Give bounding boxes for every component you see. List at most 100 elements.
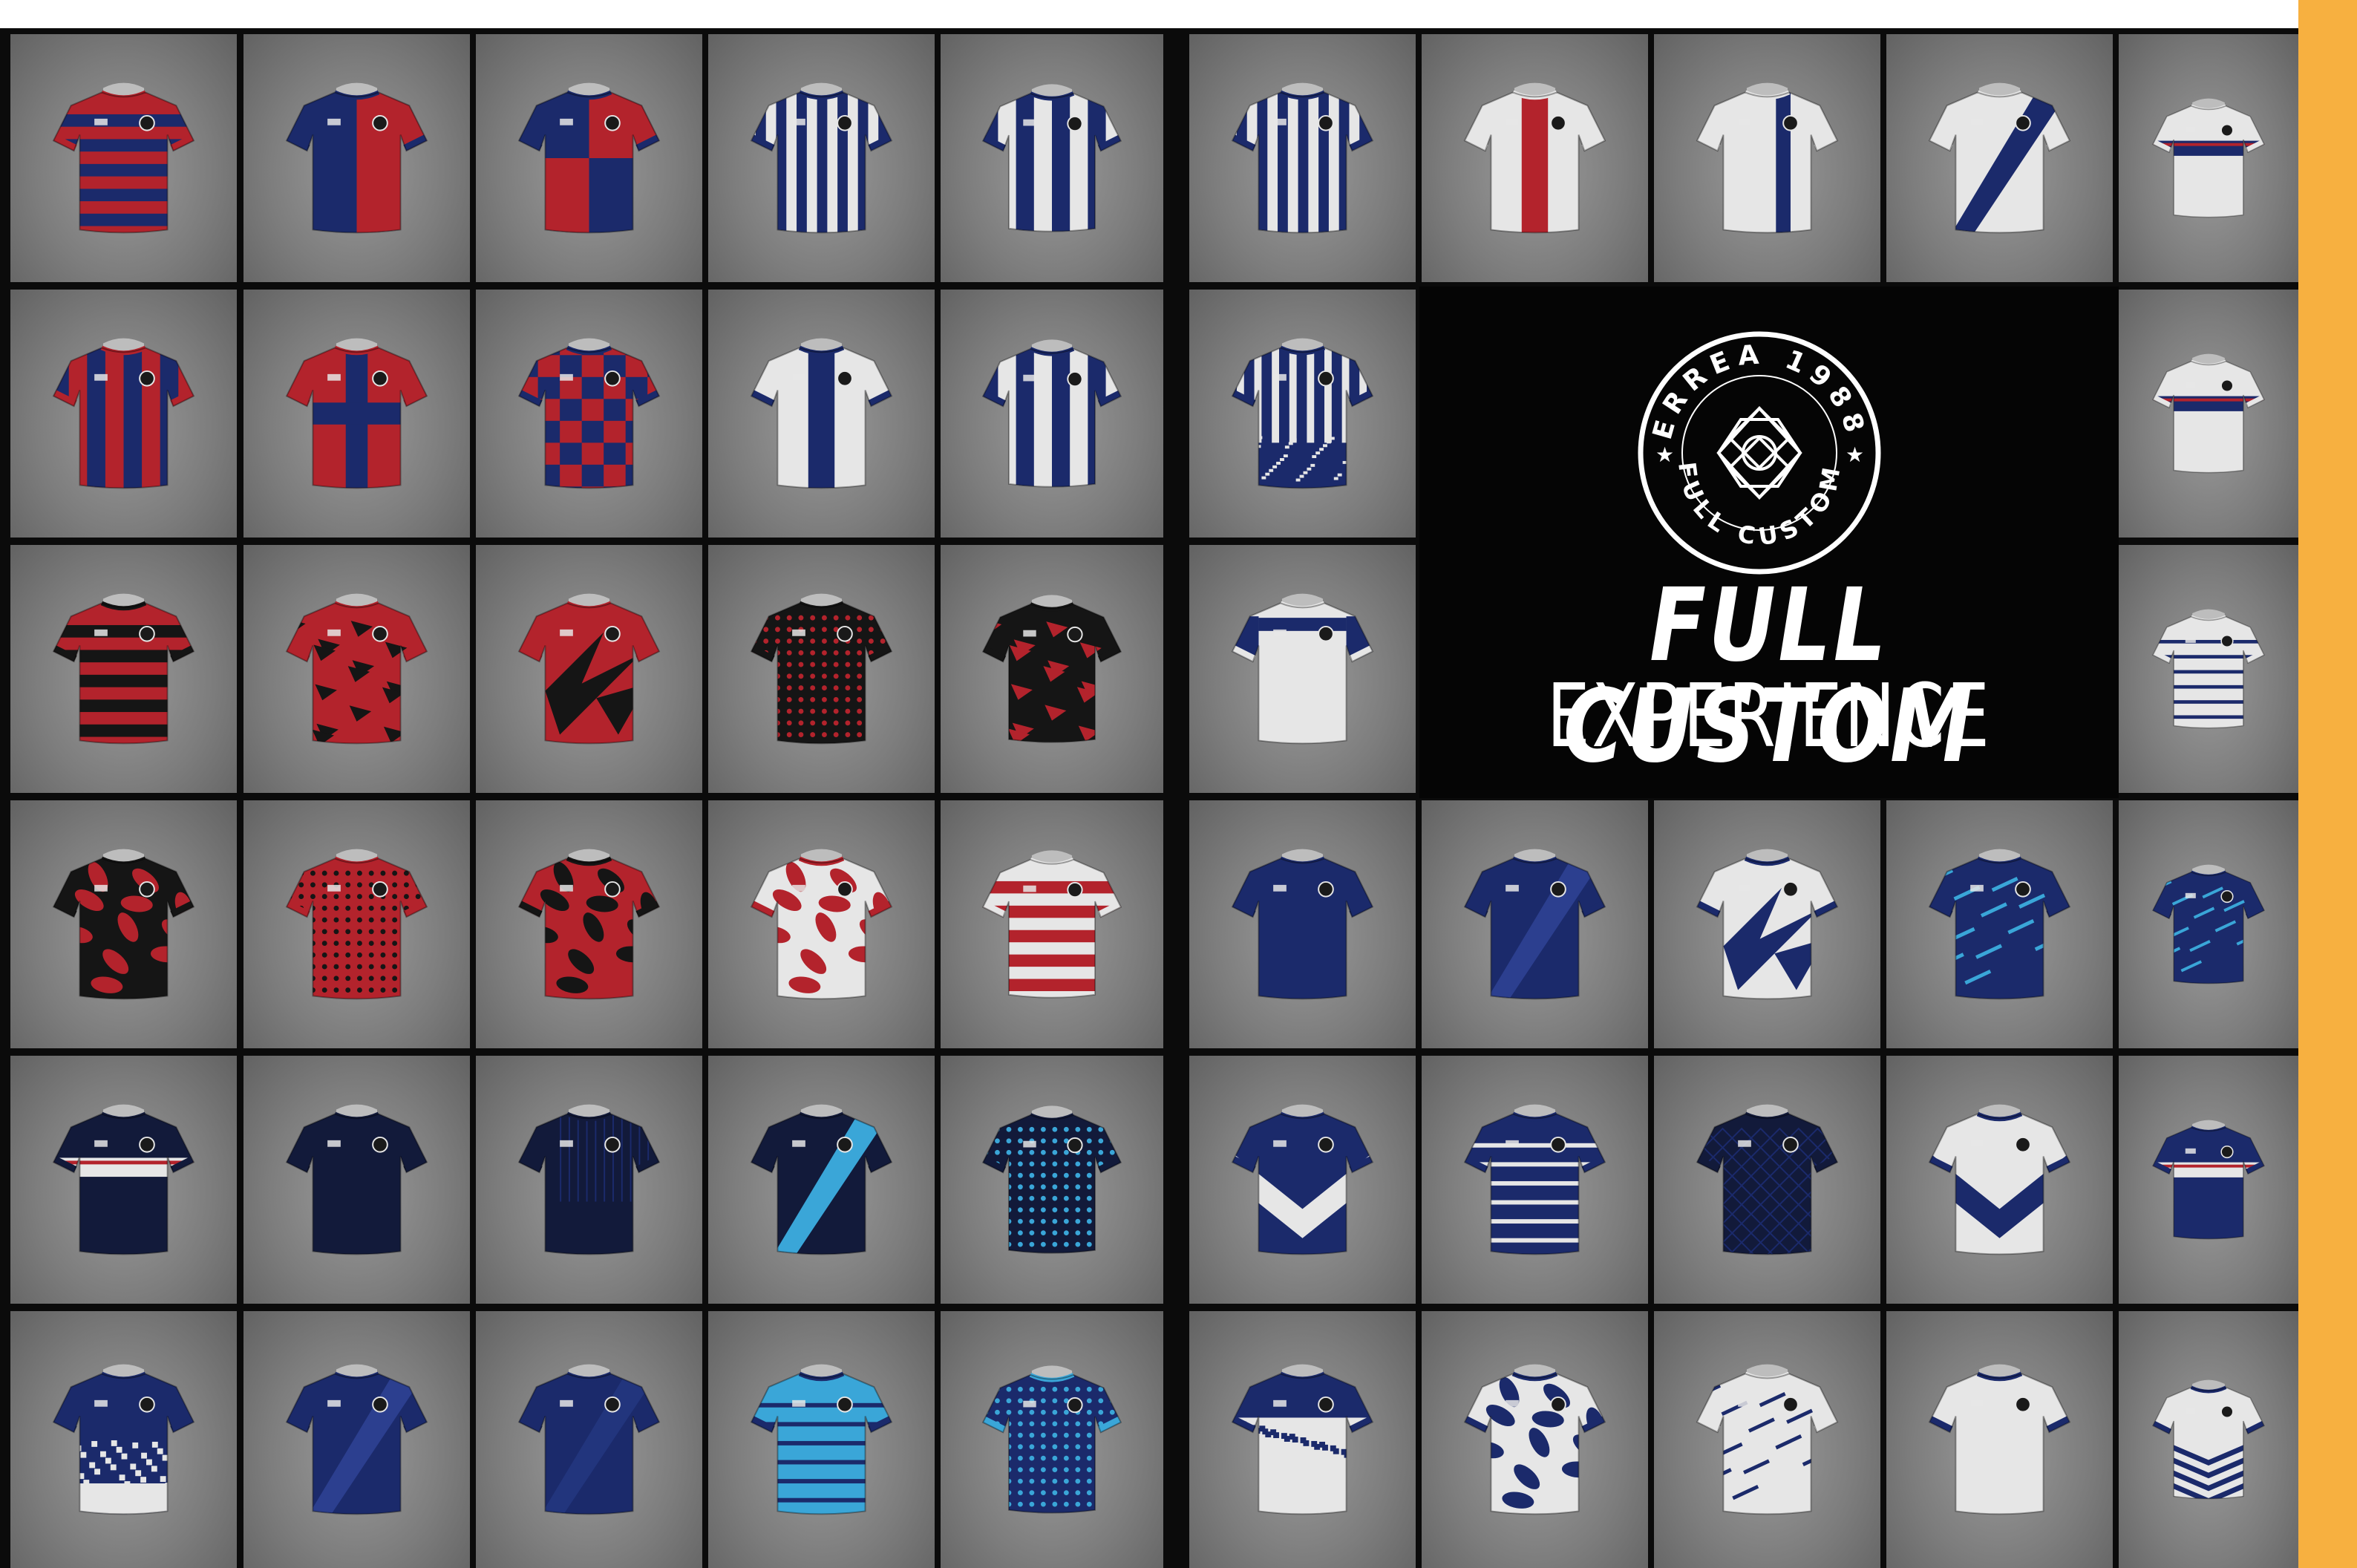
jersey-tile bbox=[2119, 290, 2298, 538]
jersey-shirt-icon bbox=[285, 1364, 428, 1515]
jersey-tile bbox=[243, 800, 470, 1048]
jersey-tile bbox=[10, 1056, 237, 1304]
errea-seal-logo: ERREA 1988 FULL CUSTOM ★ ★ bbox=[1638, 331, 1881, 575]
jersey-tile bbox=[476, 34, 702, 282]
jersey-tile bbox=[1422, 34, 1648, 282]
jersey-tile bbox=[2119, 34, 2298, 282]
jersey-tile bbox=[2119, 545, 2298, 793]
jersey-tile bbox=[1189, 290, 1416, 538]
jersey-tile bbox=[1886, 1311, 2113, 1568]
jersey-shirt-icon bbox=[517, 1104, 661, 1255]
jersey-shirt-icon bbox=[981, 1105, 1122, 1254]
jersey-tile bbox=[1422, 1056, 1648, 1304]
jersey-tile bbox=[941, 800, 1163, 1048]
jersey-shirt-icon bbox=[2152, 98, 2265, 218]
jersey-tile bbox=[476, 545, 702, 793]
jersey-shirt-icon bbox=[52, 1364, 195, 1515]
svg-text:FULL CUSTOM: FULL CUSTOM bbox=[1673, 460, 1847, 551]
star-icon-right: ★ bbox=[1846, 442, 1864, 467]
jersey-tile bbox=[476, 800, 702, 1048]
jersey-shirt-icon bbox=[750, 82, 893, 234]
jersey-shirt-icon bbox=[1696, 1364, 1839, 1515]
jersey-shirt-icon bbox=[1231, 1364, 1374, 1515]
jersey-shirt-icon bbox=[1231, 82, 1374, 234]
jersey-shirt-icon bbox=[52, 82, 195, 234]
jersey-tile bbox=[10, 800, 237, 1048]
jersey-shirt-icon bbox=[750, 593, 893, 745]
jersey-shirt-icon bbox=[750, 1104, 893, 1255]
jersey-shirt-icon bbox=[2152, 609, 2265, 729]
jersey-shirt-icon bbox=[517, 849, 661, 1000]
jersey-tile bbox=[10, 290, 237, 538]
jersey-tile bbox=[941, 1056, 1163, 1304]
jersey-shirt-icon bbox=[517, 338, 661, 489]
jersey-shirt-icon bbox=[2152, 353, 2265, 474]
svg-text:ERREA 1988: ERREA 1988 bbox=[1647, 339, 1871, 442]
jersey-shirt-icon bbox=[52, 849, 195, 1000]
jersey-tile bbox=[1654, 800, 1880, 1048]
jersey-shirt-icon bbox=[1463, 849, 1606, 1000]
seal-text-top: ERREA 1988 bbox=[1647, 339, 1864, 442]
jersey-tile bbox=[1886, 1056, 2113, 1304]
jersey-shirt-icon bbox=[1696, 1104, 1839, 1255]
jersey-tile bbox=[941, 290, 1163, 538]
jersey-shirt-icon bbox=[981, 339, 1122, 488]
jersey-shirt-icon bbox=[1463, 1364, 1606, 1515]
jersey-tile bbox=[1189, 1311, 1416, 1568]
jersey-tile bbox=[476, 1056, 702, 1304]
jersey-tile bbox=[708, 290, 935, 538]
jersey-shirt-icon bbox=[750, 338, 893, 489]
jersey-shirt-icon bbox=[285, 82, 428, 234]
jersey-shirt-icon bbox=[52, 338, 195, 489]
jersey-tile bbox=[476, 1311, 702, 1568]
jersey-shirt-icon bbox=[750, 1364, 893, 1515]
jersey-shirt-icon bbox=[1231, 849, 1374, 1000]
jersey-shirt-icon bbox=[2152, 1120, 2265, 1240]
jersey-tile bbox=[1886, 800, 2113, 1048]
center-gutter bbox=[1167, 28, 1189, 1568]
jersey-shirt-icon bbox=[750, 849, 893, 1000]
jersey-tile bbox=[1422, 1311, 1648, 1568]
jersey-shirt-icon bbox=[1928, 82, 2071, 234]
jersey-tile bbox=[708, 1056, 935, 1304]
jersey-shirt-icon bbox=[981, 595, 1122, 743]
jersey-tile bbox=[10, 1311, 237, 1568]
jersey-shirt-icon bbox=[517, 82, 661, 234]
jersey-shirt-icon bbox=[285, 338, 428, 489]
jersey-shirt-icon bbox=[52, 593, 195, 745]
jersey-tile bbox=[243, 545, 470, 793]
star-icon-left: ★ bbox=[1655, 442, 1674, 467]
seal-text-bottom: FULL CUSTOM bbox=[1673, 460, 1841, 551]
jersey-tile bbox=[243, 1311, 470, 1568]
jersey-tile bbox=[243, 34, 470, 282]
jersey-shirt-icon bbox=[981, 850, 1122, 999]
jersey-tile bbox=[1189, 34, 1416, 282]
jersey-tile bbox=[476, 290, 702, 538]
top-white-band bbox=[0, 0, 2298, 28]
jersey-shirt-icon bbox=[981, 84, 1122, 232]
jersey-tile bbox=[1189, 800, 1416, 1048]
jersey-tile bbox=[2119, 800, 2298, 1048]
jersey-shirt-icon bbox=[1231, 593, 1374, 745]
jersey-shirt-icon bbox=[2152, 1379, 2265, 1500]
orange-accent-bar bbox=[2298, 0, 2357, 1568]
jersey-tile bbox=[1654, 34, 1880, 282]
jersey-shirt-icon bbox=[52, 1104, 195, 1255]
geometric-emblem-icon bbox=[1716, 406, 1802, 500]
jersey-tile bbox=[941, 1311, 1163, 1568]
jersey-tile bbox=[708, 34, 935, 282]
jersey-shirt-icon bbox=[1928, 1104, 2071, 1255]
jersey-shirt-icon bbox=[1928, 849, 2071, 1000]
subheadline-experience: EXPERIENCE bbox=[1546, 664, 1992, 767]
jersey-tile bbox=[243, 1056, 470, 1304]
jersey-shirt-icon bbox=[1928, 1364, 2071, 1515]
jersey-shirt-icon bbox=[285, 849, 428, 1000]
jersey-tile bbox=[708, 1311, 935, 1568]
jersey-shirt-icon bbox=[981, 1365, 1122, 1514]
jersey-tile bbox=[243, 290, 470, 538]
jersey-shirt-icon bbox=[517, 593, 661, 745]
jersey-tile bbox=[1886, 34, 2113, 282]
jersey-shirt-icon bbox=[285, 593, 428, 745]
jersey-shirt-icon bbox=[285, 1104, 428, 1255]
jersey-shirt-icon bbox=[1463, 82, 1606, 234]
